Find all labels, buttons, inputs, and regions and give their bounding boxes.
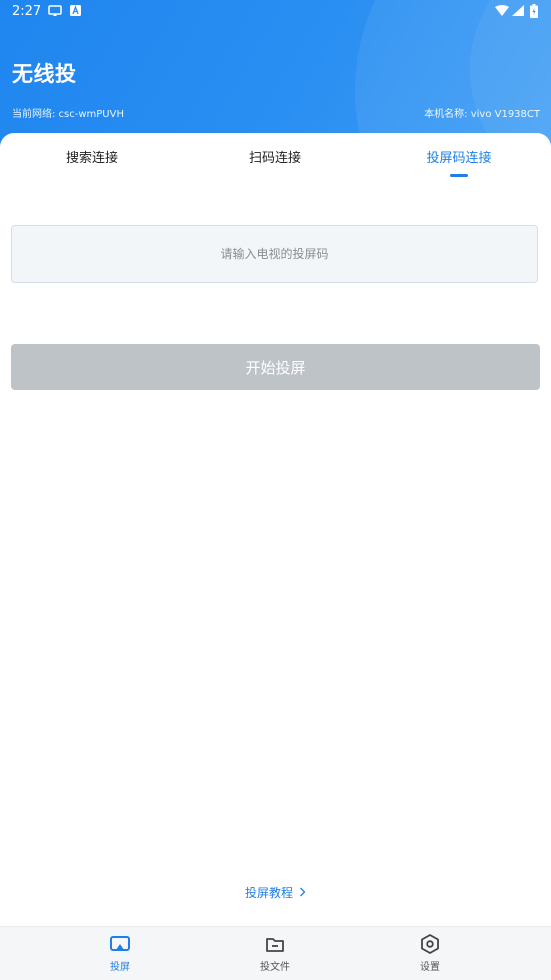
tab-search-connect[interactable]: 搜索连接 — [0, 147, 184, 166]
tab-code-connect[interactable]: 投屏码连接 — [367, 147, 551, 166]
cast-screen-icon — [110, 936, 130, 951]
bottom-nav: 投屏 投文件 设置 — [0, 926, 551, 980]
nav-label-settings: 设置 — [420, 962, 440, 973]
nav-label-files: 投文件 — [260, 962, 290, 973]
chevron-right-icon — [299, 886, 306, 900]
nav-item-files[interactable]: 投文件 — [235, 933, 315, 973]
app-title: 无线投 — [12, 62, 77, 86]
app-header: 2:27 无线投 当前网络: csc-wmPUVH 本机名称: vivo V19… — [0, 0, 551, 150]
cast-icon — [48, 5, 62, 16]
active-tab-indicator — [450, 174, 468, 177]
battery-icon — [530, 4, 538, 18]
signal-icon — [512, 5, 524, 16]
current-network-label: 当前网络: csc-wmPUVH — [12, 109, 124, 120]
start-cast-button[interactable]: 开始投屏 — [11, 344, 540, 390]
tutorial-link-label: 投屏教程 — [244, 886, 293, 900]
status-time: 2:27 — [12, 4, 42, 19]
connection-tabs: 搜索连接 扫码连接 投屏码连接 — [0, 133, 551, 183]
cast-code-input[interactable] — [11, 225, 538, 283]
folder-icon — [266, 938, 284, 952]
a-icon — [70, 5, 81, 16]
tab-scan-connect[interactable]: 扫码连接 — [183, 147, 367, 166]
status-bar: 2:27 — [0, 0, 551, 24]
wifi-icon — [495, 5, 509, 16]
nav-label-cast: 投屏 — [110, 962, 130, 973]
nav-item-settings[interactable]: 设置 — [390, 933, 470, 973]
settings-icon — [421, 934, 439, 954]
nav-item-cast[interactable]: 投屏 — [80, 933, 160, 973]
device-name-label: 本机名称: vivo V1938CT — [424, 109, 540, 120]
cast-tutorial-link[interactable]: 投屏教程 — [0, 884, 551, 901]
